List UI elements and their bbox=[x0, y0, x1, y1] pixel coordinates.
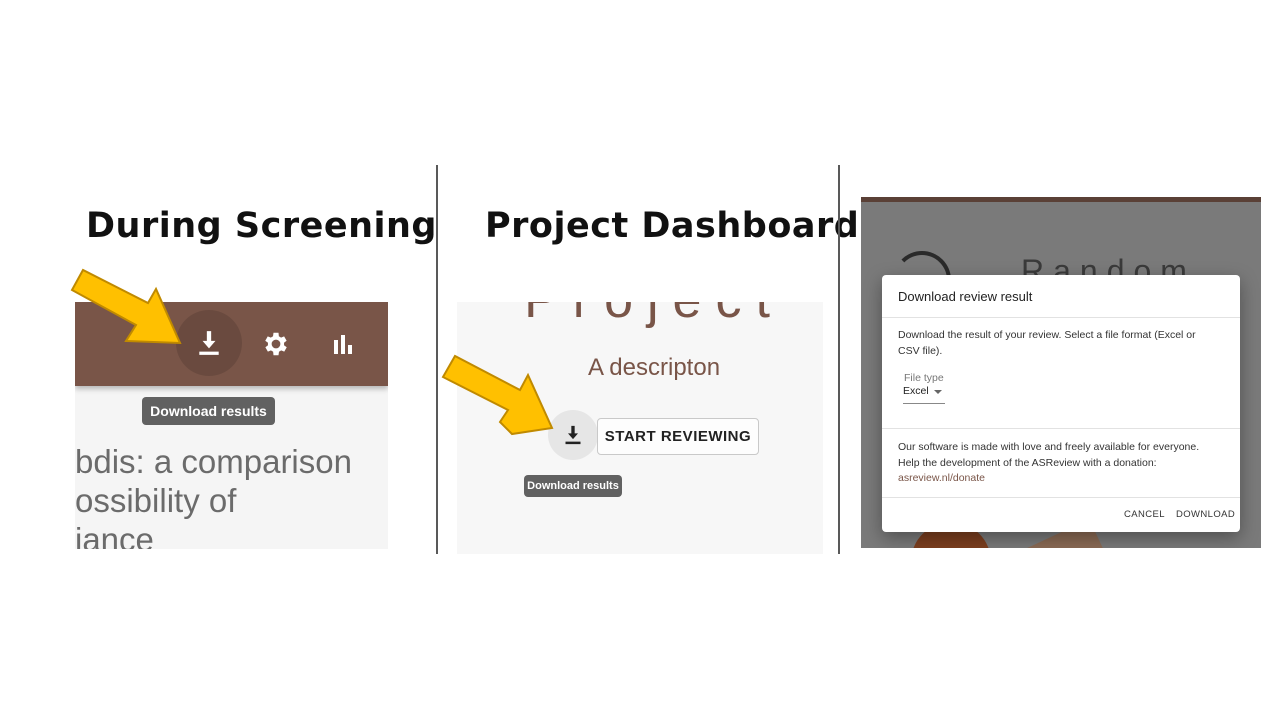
support-text: Our software is made with love and freel… bbox=[898, 440, 1218, 487]
download-button[interactable]: DOWNLOAD bbox=[1176, 509, 1235, 520]
gear-icon bbox=[265, 332, 287, 356]
download-dialog: Download review result Download the resu… bbox=[882, 275, 1240, 532]
file-type-value: Excel bbox=[903, 385, 929, 397]
heading-during-screening: During Screening bbox=[86, 206, 437, 246]
divider bbox=[882, 317, 1240, 318]
record-title: bdis: a comparison ossibility of iance bbox=[75, 442, 388, 549]
support-message: Our software is made with love and freel… bbox=[898, 441, 1200, 469]
settings-button[interactable] bbox=[253, 321, 299, 367]
record-title-line: iance bbox=[75, 521, 154, 549]
cancel-button[interactable]: CANCEL bbox=[1124, 509, 1165, 520]
donate-link[interactable]: asreview.nl/donate bbox=[898, 472, 985, 484]
divider-left bbox=[436, 165, 438, 554]
start-reviewing-button[interactable]: START REVIEWING bbox=[597, 418, 759, 455]
statistics-button[interactable] bbox=[320, 321, 366, 367]
file-type-select[interactable]: Excel bbox=[903, 385, 945, 404]
record-title-line: ossibility of bbox=[75, 482, 237, 519]
download-results-tooltip: Download results bbox=[524, 475, 622, 497]
download-icon bbox=[565, 425, 581, 445]
divider bbox=[882, 428, 1240, 429]
app-bar-edge bbox=[861, 197, 1261, 202]
stats-icon bbox=[334, 335, 352, 354]
record-title-line: bdis: a comparison bbox=[75, 443, 352, 480]
download-dialog-screenshot: Random Download review result Download t… bbox=[861, 197, 1261, 548]
dialog-body-text: Download the result of your review. Sele… bbox=[898, 329, 1196, 357]
heading-project-dashboard: Project Dashboard bbox=[485, 206, 860, 246]
highlight-arrow-screening bbox=[70, 268, 182, 345]
file-type-label: File type bbox=[904, 372, 944, 384]
project-title: Project bbox=[457, 302, 823, 330]
dialog-title: Download review result bbox=[898, 289, 1033, 304]
divider bbox=[882, 497, 1240, 498]
divider-right bbox=[838, 165, 840, 554]
download-results-tooltip: Download results bbox=[142, 397, 275, 425]
download-icon bbox=[199, 331, 219, 355]
highlight-arrow-dashboard bbox=[441, 354, 554, 436]
dropdown-arrow-icon bbox=[934, 390, 942, 394]
